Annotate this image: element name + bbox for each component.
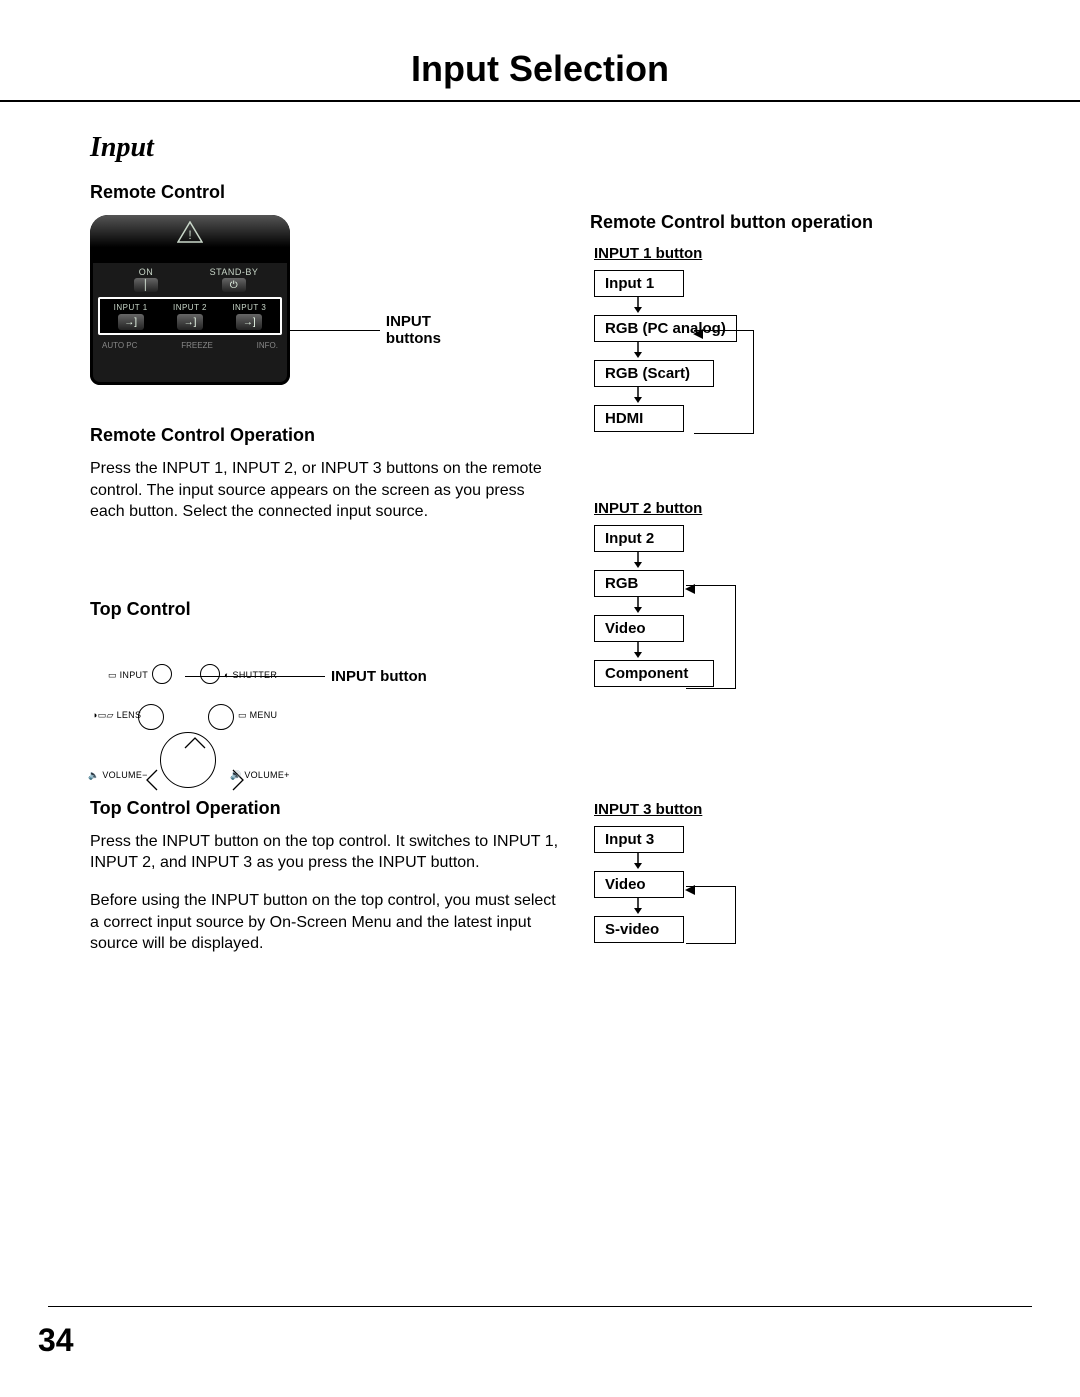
input3-button: →] xyxy=(236,314,262,330)
page-number: 34 xyxy=(38,1322,74,1359)
input3-loop-line xyxy=(686,886,736,944)
freeze-label: FREEZE xyxy=(181,341,213,350)
menu-button-circle xyxy=(208,704,234,730)
remote-illustration: ! ON STAND-BY │ ⏻ INPUT 1 →] INPUT 2 →] xyxy=(90,215,490,405)
input2-head-box: Input 2 xyxy=(594,525,684,552)
input1-flow-title: INPUT 1 button xyxy=(594,245,1020,262)
menu-label: ▭ MENU xyxy=(238,710,277,721)
top-control-heading: Top Control xyxy=(90,599,560,620)
on-button: │ xyxy=(134,278,158,292)
lens-label: ◑▭▱ LENS xyxy=(92,710,141,721)
on-label: ON xyxy=(102,267,190,277)
input-button-circle xyxy=(152,664,172,684)
input3-head-box: Input 3 xyxy=(594,826,684,853)
input1-loop-line xyxy=(694,330,754,434)
input-buttons-callout: INPUT buttons xyxy=(386,313,490,347)
standby-button: ⏻ xyxy=(222,278,246,292)
footer-rule xyxy=(48,1306,1032,1307)
top-control-operation-text-1: Press the INPUT button on the top contro… xyxy=(90,831,560,874)
input2-button: →] xyxy=(177,314,203,330)
input1-label: INPUT 1 xyxy=(102,303,159,312)
input2-item-0: RGB xyxy=(594,570,684,597)
remote-control-operation-text: Press the INPUT 1, INPUT 2, or INPUT 3 b… xyxy=(90,458,560,523)
info-label: INFO. xyxy=(257,341,278,350)
input3-item-1: S-video xyxy=(594,916,684,943)
autopc-label: AUTO PC xyxy=(102,341,137,350)
input2-loop-line xyxy=(686,585,736,689)
input3-flow-title: INPUT 3 button xyxy=(594,801,1020,818)
top-control-illustration: ▭ INPUT ◐ SHUTTER ◑▭▱ LENS ▭ MENU xyxy=(90,632,490,792)
volume-minus-label: 🔈 VOLUME− xyxy=(88,770,148,781)
lens-button-circle xyxy=(138,704,164,730)
input2-label: INPUT 2 xyxy=(161,303,218,312)
button-operation-heading: Remote Control button operation xyxy=(590,212,1020,233)
svg-text:!: ! xyxy=(188,228,191,242)
page-title: Input Selection xyxy=(0,0,1080,100)
top-control-operation-text-2: Before using the INPUT button on the top… xyxy=(90,890,560,955)
input3-item-0: Video xyxy=(594,871,684,898)
warning-icon: ! xyxy=(177,221,203,243)
section-heading: Input xyxy=(90,132,1020,164)
input3-label: INPUT 3 xyxy=(221,303,278,312)
input1-head-box: Input 1 xyxy=(594,270,684,297)
input-label: ▭ INPUT xyxy=(108,670,148,681)
input-buttons-strip: INPUT 1 →] INPUT 2 →] INPUT 3 →] xyxy=(98,297,282,335)
input2-flow-title: INPUT 2 button xyxy=(594,500,1020,517)
input1-button: →] xyxy=(118,314,144,330)
input2-item-1: Video xyxy=(594,615,684,642)
remote-control-heading: Remote Control xyxy=(90,182,560,203)
remote-control-operation-heading: Remote Control Operation xyxy=(90,425,560,446)
standby-label: STAND-BY xyxy=(190,267,278,277)
input1-item-2: HDMI xyxy=(594,405,684,432)
volume-plus-label: 🔊 VOLUME+ xyxy=(230,770,290,781)
input-button-callout: INPUT button xyxy=(331,668,427,685)
